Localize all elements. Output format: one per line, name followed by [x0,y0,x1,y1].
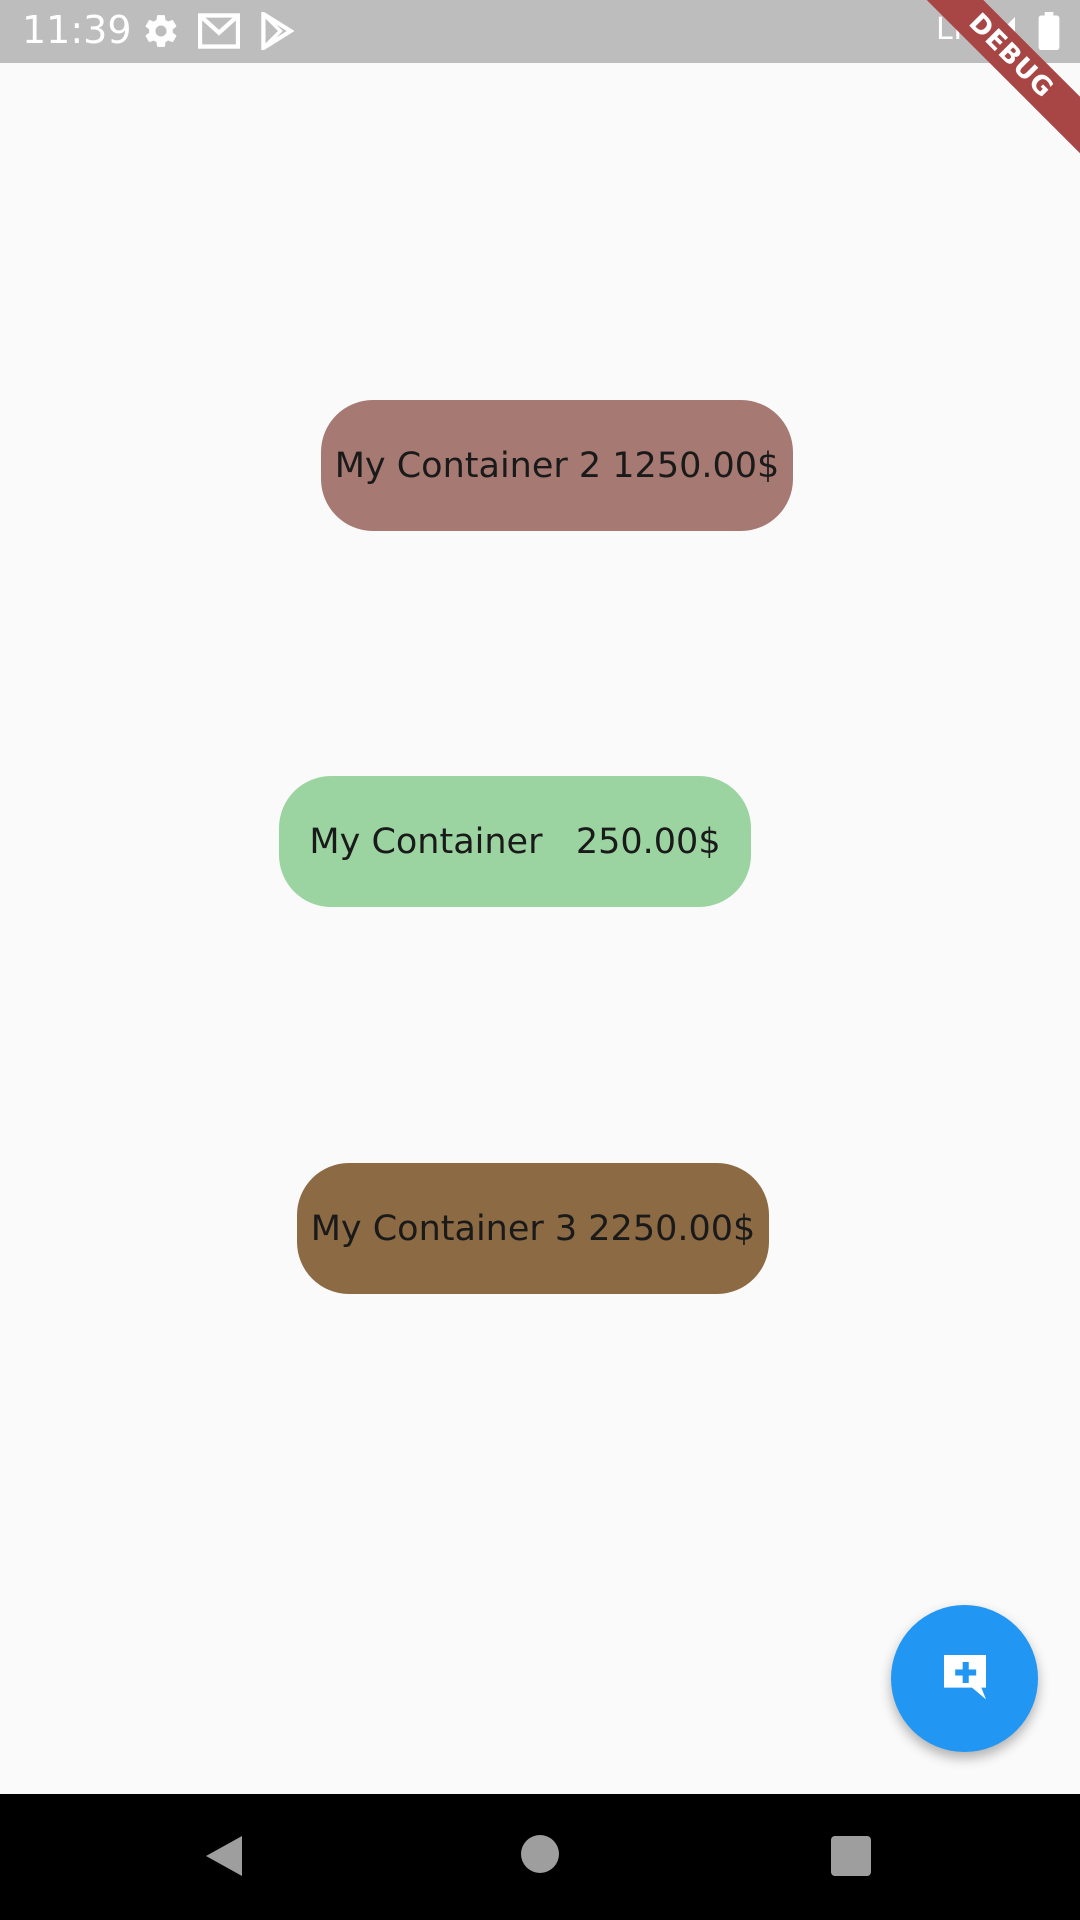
add-comment-icon [937,1648,993,1709]
status-bar: 11:39 LTE [0,0,1080,63]
battery-icon [1038,12,1060,55]
container-label: My Container 250.00$ [309,821,721,862]
recents-icon[interactable] [831,1836,871,1881]
container-card-1[interactable]: My Container 250.00$ [279,776,751,907]
settings-icon [142,12,180,55]
navigation-bar [0,1794,1080,1920]
play-store-icon [260,10,295,55]
back-icon[interactable] [202,1832,246,1885]
container-card-2[interactable]: My Container 2 1250.00$ [321,400,793,531]
add-comment-button[interactable] [891,1605,1038,1752]
status-time: 11:39 [22,8,132,52]
container-card-3[interactable]: My Container 3 2250.00$ [297,1163,769,1294]
container-label: My Container 2 1250.00$ [334,445,780,486]
gmail-icon [197,12,241,55]
home-icon[interactable] [520,1834,560,1879]
container-label: My Container 3 2250.00$ [310,1208,756,1249]
